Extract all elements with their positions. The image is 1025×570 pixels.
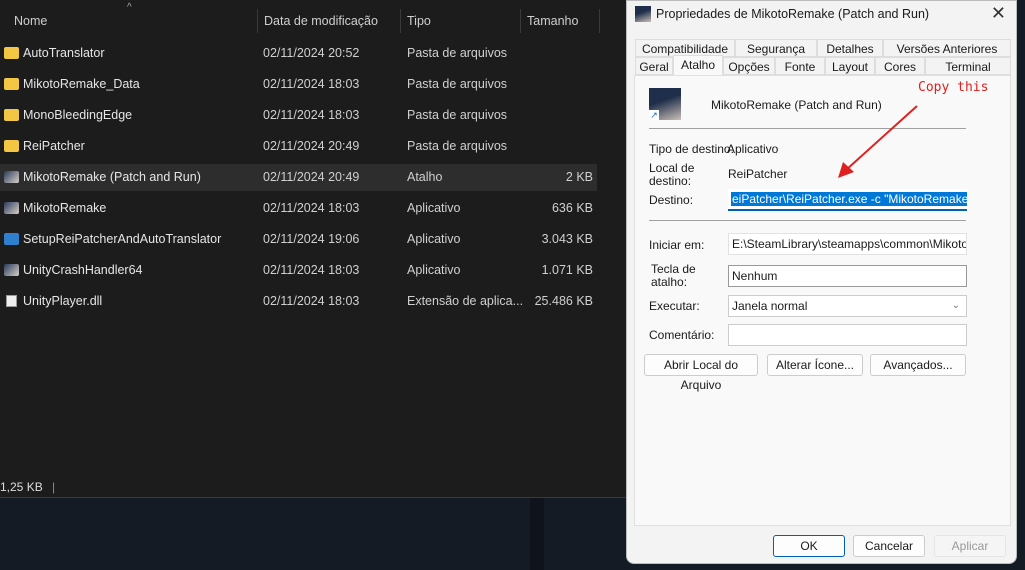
annotation-arrow-icon (838, 105, 918, 178)
